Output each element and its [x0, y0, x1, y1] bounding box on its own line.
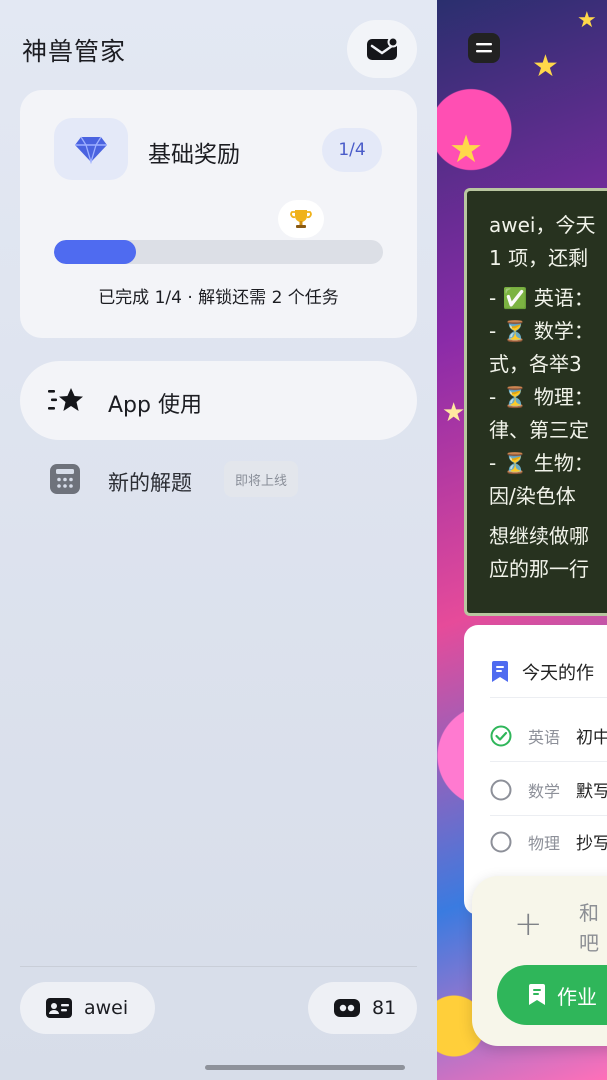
side-drawer: 神兽管家 基础奖励 1/4 已完成 1/4 · 解锁还需 2 个任务 App 使… [0, 0, 437, 1080]
homework-subject: 数学 [528, 781, 561, 801]
chat-line: - ⏳ 生物： [489, 451, 594, 475]
chat-line: 因/染色体 [489, 484, 576, 508]
diamond-icon [75, 136, 107, 164]
chat-line: 式，各举3 [489, 352, 582, 376]
reward-count-badge: 1/4 [322, 128, 382, 172]
homework-card[interactable]: 今天的作 英语 初中 数学 默写 物理 抄写 [464, 625, 607, 915]
coming-soon-badge: 即将上线 [224, 461, 299, 497]
check-circle-icon[interactable] [490, 725, 512, 747]
coin-balance-button[interactable]: 81 [308, 982, 417, 1034]
homework-header-label: 今天的作 [522, 663, 594, 684]
app-title: 神兽管家 [22, 37, 127, 66]
homework-icon [529, 984, 545, 1005]
star-list-icon [48, 388, 83, 411]
chat-line: awei，今天 [489, 213, 596, 237]
homework-button-label: 作业 [557, 984, 597, 1009]
divider [490, 761, 607, 762]
mail-icon [367, 37, 398, 60]
reward-progress-text: 已完成 1/4 · 解锁还需 2 个任务 [98, 288, 339, 308]
homework-row[interactable]: 数学 默写 [490, 777, 607, 802]
menu-button[interactable] [468, 33, 500, 63]
footer-divider [20, 966, 417, 967]
username: awei [84, 997, 129, 1019]
menu-icon [476, 43, 492, 53]
home-indicator [205, 1065, 405, 1070]
homework-task: 初中 [576, 728, 607, 748]
reward-title: 基础奖励 [148, 142, 240, 168]
menu-item-new-solver-label: 新的解题 [108, 471, 192, 495]
reward-progress-fill [54, 240, 137, 264]
chat-line: 想继续做哪 [489, 524, 589, 548]
document-icon [492, 661, 508, 682]
chat-line: 1 项，还剩 [489, 246, 589, 270]
homework-subject: 物理 [528, 833, 561, 853]
placeholder-line: 吧 [579, 931, 599, 955]
menu-item-new-solver[interactable]: 新的解题 即将上线 [20, 455, 417, 503]
main-chat-panel[interactable]: ★ ★ ★ ★ awei，今天 1 项，还剩 - ✅ 英语： - ⏳ 数学： 式… [437, 0, 607, 1080]
placeholder-line: 和 [579, 901, 599, 925]
plus-icon[interactable]: + [514, 904, 543, 944]
empty-circle-icon[interactable] [490, 779, 512, 801]
homework-row[interactable]: 物理 抄写 [490, 829, 607, 854]
homework-task: 抄写 [576, 834, 607, 854]
homework-row[interactable]: 英语 初中 [490, 723, 607, 748]
menu-item-app-usage[interactable]: App 使用 [20, 361, 417, 440]
divider [490, 697, 607, 698]
reward-card[interactable]: 基础奖励 1/4 已完成 1/4 · 解锁还需 2 个任务 [20, 90, 417, 338]
calculator-icon [50, 464, 80, 494]
empty-circle-icon[interactable] [490, 831, 512, 853]
menu-item-app-usage-label: App 使用 [108, 393, 202, 418]
homework-header: 今天的作 [490, 659, 594, 685]
divider [490, 815, 607, 816]
mail-button[interactable] [347, 20, 417, 78]
composer-placeholder[interactable]: 和 吧 [579, 898, 599, 958]
user-profile-button[interactable]: awei [20, 982, 155, 1034]
diamond-icon-tile [54, 118, 128, 180]
wallet-icon [334, 999, 360, 1017]
trophy-icon [278, 200, 324, 238]
chat-line: - ✅ 英语： [489, 286, 594, 310]
homework-button[interactable]: 作业 [497, 965, 607, 1025]
coin-count: 81 [372, 997, 397, 1019]
homework-subject: 英语 [528, 727, 561, 747]
id-card-icon [46, 998, 72, 1018]
chat-line: - ⏳ 数学： [489, 319, 594, 343]
reward-progress-bar [54, 240, 383, 264]
chat-line: 律、第三定 [489, 418, 589, 442]
assistant-message: awei，今天 1 项，还剩 - ✅ 英语： - ⏳ 数学： 式，各举3 - ⏳… [464, 188, 607, 616]
composer[interactable]: + 和 吧 作业 [472, 876, 607, 1046]
chat-line: - ⏳ 物理： [489, 385, 594, 409]
chat-line: 应的那一行 [489, 557, 589, 581]
homework-task: 默写 [576, 782, 607, 802]
